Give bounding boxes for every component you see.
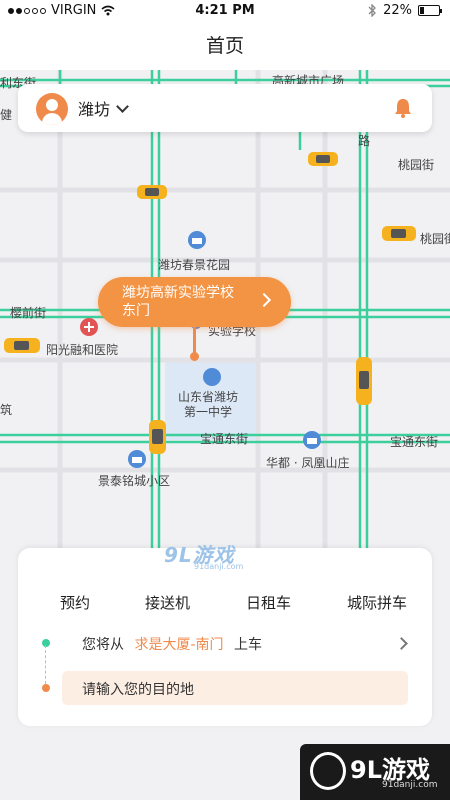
status-right: 22%	[368, 3, 442, 18]
map-pin-stem	[193, 327, 196, 355]
site-logo: 9L游戏 91danji.com	[300, 744, 450, 800]
map-label-zhu: 筑	[0, 403, 13, 417]
map-label-baotong-2: 宝通东街	[390, 435, 439, 449]
pickup-row[interactable]: 您将从 求是大厦-南门 上车	[82, 634, 262, 654]
map-label-edge: 健	[0, 108, 13, 122]
map-label-hospital: 阳光融和医院	[46, 343, 119, 357]
chevron-right-icon	[256, 292, 272, 308]
pickup-place: 求是大厦-南门	[134, 637, 224, 653]
map-label-yingqian: 樱前街	[10, 306, 47, 320]
tab-intercity[interactable]: 城际拼车	[347, 592, 407, 613]
start-dot-icon	[42, 639, 50, 647]
tab-daily-rental[interactable]: 日租车	[246, 592, 291, 613]
service-tabs: 预约 接送机 日租车 城际拼车	[18, 592, 432, 616]
tab-airport[interactable]: 接送机	[145, 592, 190, 613]
map-pin-dot	[190, 352, 199, 361]
bell-icon[interactable]	[392, 97, 414, 119]
chevron-right-icon[interactable]	[395, 637, 408, 650]
watermark-site: 91danji.com	[194, 562, 244, 571]
chevron-down-icon	[116, 99, 129, 113]
tab-reserve[interactable]: 预约	[60, 592, 90, 613]
page-title: 首页	[0, 22, 450, 70]
status-bar: VIRGIN 4:21 PM 22%	[0, 0, 450, 22]
logo-site: 91danji.com	[382, 780, 438, 790]
city-name: 潍坊	[78, 100, 111, 119]
pickup-location-bubble[interactable]: 潍坊高新实验学校 东门	[98, 277, 291, 327]
ride-booking-card: 9L游戏 91danji.com 预约 接送机 日租车 城际拼车 您将从 求是大…	[18, 543, 432, 726]
battery-icon	[418, 5, 442, 16]
map-label-baotong-1: 宝通东街	[200, 432, 249, 446]
map-label-huadu: 华都 · 凤凰山庄	[266, 456, 350, 470]
map-label-school: 山东省潍坊 第一中学	[178, 390, 239, 419]
end-dot-icon	[42, 684, 50, 692]
user-avatar[interactable]	[36, 93, 68, 125]
map-label-taoyuan-1: 桃园街	[398, 158, 435, 172]
map-label-jingtai: 景泰铭城小区	[98, 474, 171, 488]
pickup-bubble-text: 潍坊高新实验学校 东门	[122, 285, 234, 319]
city-selector[interactable]: 潍坊	[78, 96, 129, 120]
battery-percent: 22%	[383, 3, 412, 18]
pickup-suffix: 上车	[233, 637, 262, 653]
logo-mark-icon	[310, 752, 346, 790]
bluetooth-icon	[368, 4, 377, 17]
destination-input[interactable]: 请输入您的目的地	[62, 671, 408, 705]
route-connector	[45, 645, 46, 689]
location-bar: 潍坊	[18, 84, 432, 132]
map-label-lu: 路	[358, 134, 371, 148]
map-label-taoyuan-2: 桃园街	[420, 232, 450, 246]
map-label-chunjing: 潍坊春景花园	[158, 258, 231, 272]
pickup-prefix: 您将从	[82, 637, 124, 653]
